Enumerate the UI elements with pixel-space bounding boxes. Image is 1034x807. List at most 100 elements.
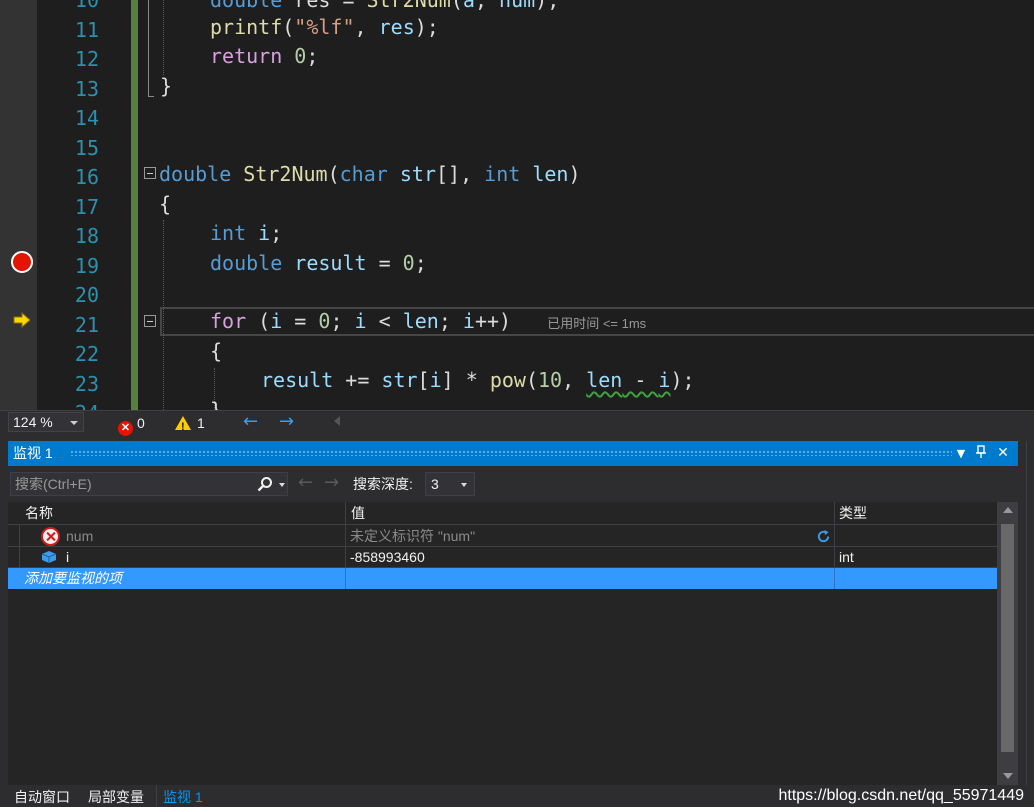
token: } — [210, 397, 223, 411]
error-icon — [41, 527, 60, 546]
indent-guide — [163, 0, 164, 75]
title-grip — [70, 450, 952, 456]
token: 10 — [537, 368, 563, 392]
token: i — [429, 368, 442, 392]
token: ( — [450, 0, 463, 12]
search-next-icon[interactable]: → — [324, 472, 339, 494]
chevron-down-icon — [70, 421, 78, 425]
watch-row[interactable]: num 未定义标识符 "num" — [8, 526, 997, 547]
search-input[interactable] — [11, 473, 251, 495]
warnings-indicator[interactable]: 1 — [175, 413, 205, 437]
chevron-down-icon — [461, 483, 467, 487]
code-editor[interactable]: 10 11 12 13 14 15 16 17 18 19 20 21 22 2… — [0, 0, 1034, 410]
line-number: 20 — [74, 283, 99, 307]
token: = — [282, 309, 319, 333]
token: += — [333, 368, 382, 392]
code-line-22: { — [210, 337, 1034, 367]
pin-icon[interactable] — [972, 441, 990, 466]
code-text-area[interactable]: double res = Str2Num(a, num); printf("%l… — [141, 0, 1034, 410]
token: i — [658, 368, 671, 392]
code-line-13: } — [160, 72, 1034, 102]
scroll-down-icon[interactable] — [1003, 773, 1013, 779]
change-tracking-bar — [131, 0, 138, 410]
search-box[interactable] — [10, 472, 288, 496]
token: < — [366, 309, 403, 333]
watch-item-name[interactable]: num — [66, 526, 336, 547]
watch-window: 监视 1 ▼ ✕ ← → 搜索深度: 3 名称 值 类型 num 未定义 — [8, 441, 1018, 785]
tab-watch-1[interactable]: 监视 1 — [156, 785, 209, 807]
add-watch-item-row[interactable]: 添加要监视的项 — [8, 568, 997, 589]
column-header-type[interactable]: 类型 — [834, 502, 867, 525]
token: i — [462, 309, 475, 333]
collapse-icon[interactable] — [144, 167, 156, 179]
column-separator — [345, 568, 346, 589]
line-number: 19 — [74, 253, 99, 278]
token: i — [270, 309, 283, 333]
watch-item-name[interactable]: i — [66, 547, 336, 568]
token: char — [339, 162, 388, 186]
watch-grid: 名称 值 类型 num 未定义标识符 "num" i -858993460 in… — [8, 502, 997, 785]
glyph-margin[interactable] — [0, 0, 37, 410]
close-icon[interactable]: ✕ — [994, 441, 1012, 466]
tab-autos[interactable]: 自动窗口 — [8, 785, 76, 807]
scrollbar-thumb[interactable] — [1001, 524, 1014, 752]
watch-toolbar: ← → 搜索深度: 3 — [8, 466, 1018, 502]
code-line-16: double Str2Num(char str[], int len) — [159, 160, 1034, 190]
token: = — [366, 250, 403, 275]
token: ); — [535, 0, 560, 12]
breakpoint-icon[interactable] — [11, 251, 33, 273]
code-line-17: { — [159, 190, 1034, 220]
grid-header: 名称 值 类型 — [8, 502, 997, 525]
watch-item-type: int — [839, 549, 854, 565]
watch-item-type — [839, 526, 989, 547]
collapse-icon[interactable] — [144, 315, 156, 327]
chevron-down-icon[interactable] — [279, 483, 285, 487]
perf-tip-elapsed-time[interactable]: 已用时间 <= 1ms — [547, 316, 646, 331]
token: ( — [525, 368, 538, 392]
token: result — [261, 368, 334, 392]
watch-item-value[interactable]: -858993460 — [350, 547, 820, 568]
search-previous-icon[interactable]: ← — [298, 472, 313, 494]
column-header-value[interactable]: 值 — [346, 502, 365, 525]
line-number: 12 — [74, 47, 99, 71]
search-icon[interactable] — [257, 476, 273, 492]
watch-item-value[interactable]: 未定义标识符 "num" — [350, 526, 800, 547]
code-line-24: } — [210, 396, 1034, 411]
navigate-forward-icon[interactable]: → — [279, 411, 294, 433]
token: 0 — [318, 309, 331, 333]
scroll-left-icon[interactable] — [334, 416, 340, 426]
search-depth-dropdown[interactable]: 3 — [425, 472, 475, 496]
error-count: 0 — [137, 415, 145, 431]
watch-title-bar[interactable]: 监视 1 ▼ ✕ — [8, 441, 1018, 466]
tab-locals[interactable]: 局部变量 — [82, 785, 150, 807]
line-number: 16 — [74, 165, 99, 189]
token: , — [474, 0, 500, 12]
column-header-name[interactable]: 名称 — [20, 502, 53, 525]
token: i — [258, 221, 271, 245]
error-icon: ✕ — [118, 421, 133, 436]
line-number: 10 — [74, 0, 99, 12]
add-watch-item-prompt[interactable]: 添加要监视的项 — [24, 568, 324, 589]
token: ; — [438, 309, 463, 333]
token: str — [399, 162, 436, 186]
navigate-back-icon[interactable]: ← — [243, 411, 258, 433]
refresh-icon[interactable] — [816, 529, 831, 544]
token: ); — [414, 14, 439, 39]
errors-indicator[interactable]: ✕ 0 — [118, 413, 145, 436]
code-line-21: for (i = 0; i < len; i++) 已用时间 <= 1ms — [210, 307, 1034, 337]
token: res — [378, 14, 415, 39]
window-menu-dropdown-icon[interactable]: ▼ — [952, 441, 970, 466]
zoom-dropdown[interactable]: 124 % — [8, 412, 84, 432]
token: result — [294, 250, 367, 275]
scroll-up-icon[interactable] — [1003, 507, 1013, 513]
current-statement-arrow-icon — [13, 311, 31, 329]
line-number: 17 — [74, 194, 99, 219]
token: num — [499, 0, 536, 12]
vertical-scrollbar[interactable] — [997, 502, 1018, 785]
watch-row[interactable]: i -858993460 int — [8, 547, 997, 568]
token: ; — [306, 44, 319, 68]
code-line-18: int i; — [210, 219, 1034, 249]
warning-count: 1 — [197, 415, 205, 431]
